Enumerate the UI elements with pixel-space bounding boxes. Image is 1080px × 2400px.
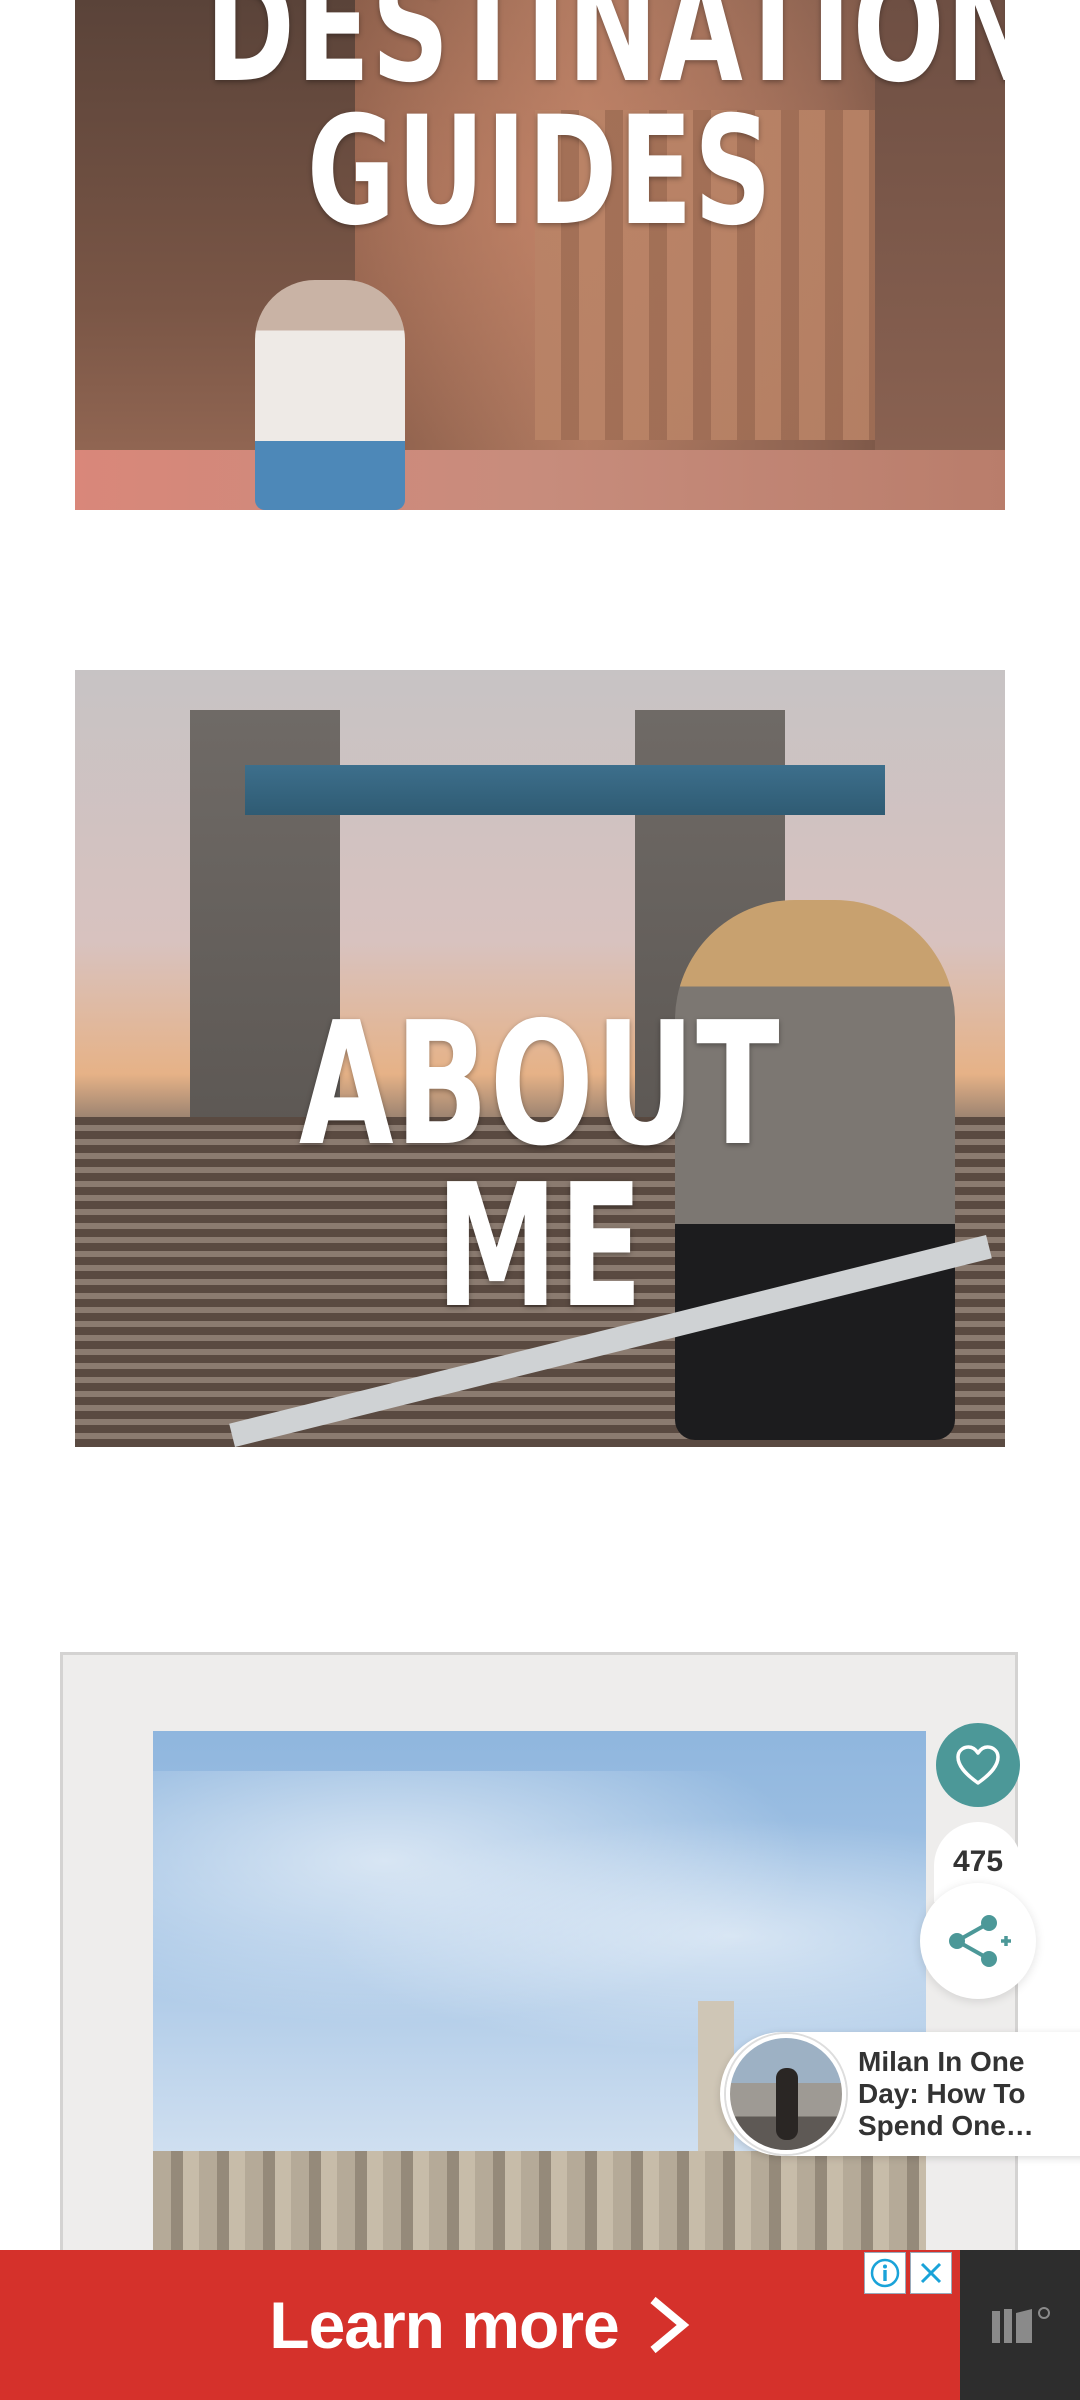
thumbnail-figure <box>776 2068 798 2140</box>
destination-guides-tile[interactable]: DESTINATION GUIDES <box>75 0 1005 510</box>
tower-bridge-walkway <box>245 765 885 815</box>
share-button[interactable] <box>920 1883 1036 1999</box>
related-post-card[interactable]: Milan In One Day: How To Spend One… <box>720 2032 1080 2156</box>
about-me-label: ABOUT ME <box>298 986 782 1346</box>
about-me-tile[interactable]: ABOUT ME <box>75 670 1005 1447</box>
related-post-thumbnail <box>726 2034 846 2154</box>
page: DESTINATION GUIDES ABOUT ME 475 Milan In… <box>0 0 1080 2400</box>
destination-guides-label: DESTINATION GUIDES <box>205 0 1005 259</box>
ad-brand-panel <box>960 2250 1080 2400</box>
brand-logo-icon <box>992 2307 1050 2343</box>
close-icon <box>920 2262 942 2284</box>
traveler-figure <box>255 280 405 510</box>
info-icon <box>870 2258 900 2288</box>
learn-more-label: Learn more <box>269 2288 619 2362</box>
heart-icon <box>956 1745 1000 1785</box>
learn-more-button[interactable]: Learn more <box>269 2287 690 2363</box>
like-button[interactable] <box>936 1723 1020 1807</box>
share-icon <box>949 1915 1011 1967</box>
ground-area <box>75 450 1005 510</box>
ad-close-button[interactable] <box>910 2252 952 2294</box>
chevron-right-icon <box>650 2296 689 2354</box>
ad-controls <box>864 2252 952 2296</box>
ad-cta-area[interactable]: Learn more <box>0 2250 960 2400</box>
related-post-title: Milan In One Day: How To Spend One… <box>858 2046 1034 2141</box>
ad-info-button[interactable] <box>864 2252 906 2294</box>
sky-clouds <box>153 1771 926 2071</box>
destination-guides-line-2: GUIDES <box>306 84 774 259</box>
